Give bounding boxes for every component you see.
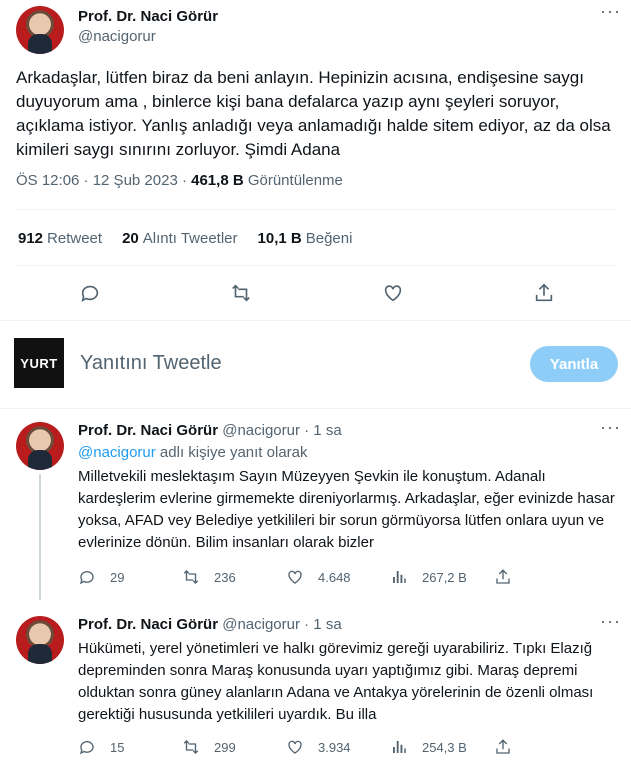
views-icon [393,741,406,753]
retweet-icon [183,570,199,584]
share-action[interactable] [494,568,534,586]
author-handle[interactable]: @nacigorur · 1 sa [222,422,341,439]
author-avatar[interactable] [16,422,64,470]
author-avatar[interactable] [16,6,64,54]
more-icon[interactable]: ··· [600,418,620,442]
retweets-stat[interactable]: 912 Retweet [18,230,102,247]
quotes-stat[interactable]: 20 Alıntı Tweetler [122,230,237,247]
tweet-actions: 29 236 4.648 267,2 B [78,568,534,586]
more-icon[interactable]: ··· [600,2,620,26]
tweet-timestamp[interactable]: ÖS 12:06 · 12 Şub 2023 · [16,172,191,189]
share-icon [496,569,510,584]
reply-icon[interactable] [79,282,101,304]
reply-tweet[interactable]: Prof. Dr. Naci Görür @nacigorur · 1 sa ·… [0,604,631,768]
yurt-logo: YURT [14,338,64,388]
reply-action[interactable]: 15 [78,738,182,756]
divider [0,408,631,409]
author-name[interactable]: Prof. Dr. Naci Görür [78,422,218,439]
share-icon [496,739,510,754]
reply-input[interactable]: Yanıtını Tweetle [80,352,222,375]
author-avatar[interactable] [16,616,64,664]
author-name[interactable]: Prof. Dr. Naci Görür [78,8,218,25]
tweet-stats: 912 Retweet 20 Alıntı Tweetler 10,1 B Beğen… [18,230,352,247]
divider [16,265,616,266]
retweet-icon[interactable] [230,282,252,304]
tweet-text: Arkadaşlar, lütfen biraz da beni anlayın… [16,68,611,159]
views-label: Görüntülenme [243,172,343,189]
likes-stat[interactable]: 10,1 B Beğeni [258,230,353,247]
tweet-meta: ÖS 12:06 · 12 Şub 2023 · 461,8 B Görüntü… [16,172,343,189]
reply-tweet[interactable]: Prof. Dr. Naci Görür @nacigorur · 1 sa ·… [0,410,631,606]
thread-line [39,474,41,600]
like-icon [288,570,302,584]
retweet-icon [183,740,199,754]
author-handle[interactable]: @nacigorur [78,28,156,45]
reply-icon [79,571,94,585]
views-action[interactable]: 267,2 B [390,568,494,586]
views-count: 461,8 B [191,172,244,189]
retweet-action[interactable]: 236 [182,568,286,586]
share-icon[interactable] [533,282,555,304]
retweet-action[interactable]: 299 [182,738,286,756]
more-icon[interactable]: ··· [600,612,620,636]
divider [0,320,631,321]
reply-action[interactable]: 29 [78,568,182,586]
reply-button[interactable]: Yanıtla [530,346,618,382]
divider [16,209,616,210]
tweet-actions: 15 299 3.934 254,3 B [78,738,534,756]
author-handle[interactable]: @nacigorur · 1 sa [222,616,341,633]
author-name[interactable]: Prof. Dr. Naci Görür [78,616,218,633]
share-action[interactable] [494,738,534,756]
mention-link[interactable]: @nacigorur [78,444,156,461]
tweet-text: Hükümeti, yerel yönetimleri ve halkı gör… [78,640,594,723]
tweet-text: Milletvekili meslektaşım Sayın Müzeyyen … [78,468,615,551]
like-icon[interactable] [382,282,404,304]
like-action[interactable]: 4.648 [286,568,390,586]
reply-context: @nacigorur adlı kişiye yanıt olarak [78,444,308,461]
views-action[interactable]: 254,3 B [390,738,494,756]
reply-icon [79,741,94,755]
views-icon [393,571,406,583]
like-action[interactable]: 3.934 [286,738,390,756]
like-icon [288,740,302,754]
